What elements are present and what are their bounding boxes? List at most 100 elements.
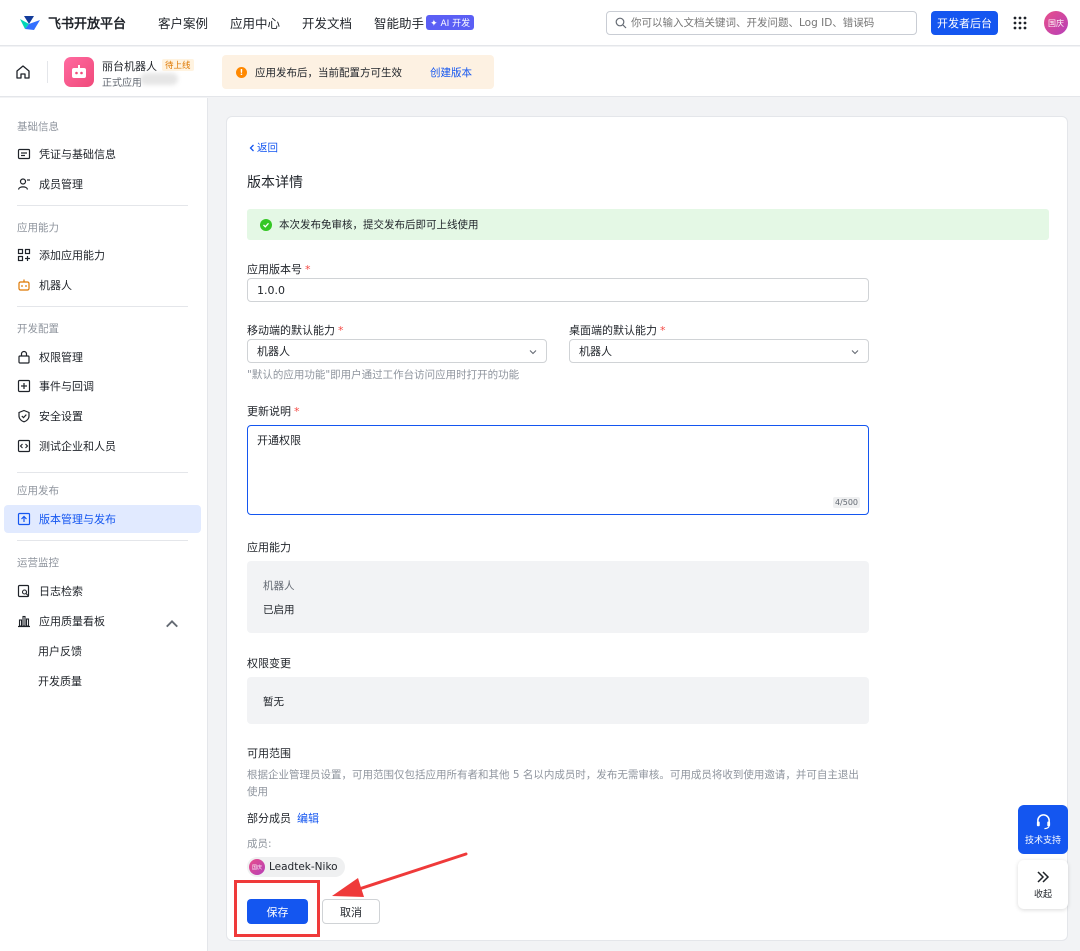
mobile-default-select[interactable]: 机器人 — [247, 339, 547, 363]
search-box[interactable] — [606, 11, 917, 35]
collapse-label: 收起 — [1033, 889, 1052, 900]
robot-icon — [72, 65, 86, 78]
user-icon — [17, 178, 30, 190]
sidebar-item-credentials[interactable]: 凭证与基础信息 — [4, 140, 201, 168]
permission-box: 暂无 — [247, 677, 869, 724]
sidebar-item-bot[interactable]: 机器人 — [4, 271, 201, 299]
member-avatar: 国庆 — [249, 859, 265, 875]
nav-label: 开发文档 — [302, 16, 353, 31]
create-version-link[interactable]: 创建版本 — [430, 65, 472, 80]
members-label: 成员: — [247, 838, 272, 850]
divider — [47, 61, 48, 83]
sidebar-item-members[interactable]: 成员管理 — [4, 170, 201, 198]
select-value: 机器人 — [257, 345, 290, 358]
support-label: 技术支持 — [1024, 836, 1061, 846]
ability-status: 已启用 — [263, 604, 295, 616]
app-grid-icon[interactable] — [1012, 15, 1028, 31]
sidebar-item-label: 开发质量 — [38, 675, 82, 688]
desktop-default-select[interactable]: 机器人 — [569, 339, 869, 363]
sidebar-group-basic: 基础信息 — [17, 121, 59, 133]
permission-value: 暂无 — [263, 696, 284, 708]
chevron-down-icon — [529, 350, 537, 355]
divider — [17, 540, 188, 541]
ai-badge: ✦ AI 开发 — [426, 15, 475, 30]
bar-chart-icon — [18, 615, 30, 628]
chevron-down-icon — [851, 350, 859, 355]
user-avatar[interactable]: 国庆 — [1044, 11, 1068, 35]
app-status-badge: 待上线 — [162, 59, 194, 71]
label-text: 桌面端的默认能力 — [569, 324, 657, 337]
log-search-icon — [17, 584, 30, 598]
sidebar-item-security[interactable]: 安全设置 — [4, 402, 201, 430]
event-icon — [17, 379, 31, 393]
app-type: 正式应用 — [102, 78, 142, 89]
nav-ai-assistant[interactable]: 智能助手 ✦ AI 开发 — [374, 13, 475, 32]
sidebar-item-label: 测试企业和人员 — [39, 440, 116, 453]
code-icon — [17, 439, 31, 453]
logo-text: 飞书开放平台 — [48, 17, 127, 32]
back-link[interactable]: 返回 — [247, 140, 278, 155]
collapse-button[interactable]: 收起 — [1018, 860, 1068, 909]
char-counter: 4/500 — [832, 497, 860, 508]
sidebar-item-label: 成员管理 — [39, 178, 83, 191]
edit-scope-link[interactable]: 编辑 — [297, 812, 319, 825]
sidebar-group-ability: 应用能力 — [17, 222, 59, 234]
notes-textarea[interactable] — [248, 426, 868, 514]
mobile-default-label: 移动端的默认能力 * — [247, 322, 344, 338]
sidebar-item-log-search[interactable]: 日志检索 — [4, 577, 201, 605]
sidebar-item-version[interactable]: 版本管理与发布 — [4, 505, 201, 533]
desktop-default-label: 桌面端的默认能力 * — [569, 322, 666, 338]
app-icon — [64, 57, 94, 87]
sidebar-item-label: 用户反馈 — [38, 645, 82, 658]
sidebar-item-events[interactable]: 事件与回调 — [4, 372, 201, 400]
scope-mode: 部分成员 编辑 — [247, 810, 319, 826]
developer-console-button[interactable]: 开发者后台 — [931, 11, 998, 35]
sidebar-item-permissions[interactable]: 权限管理 — [4, 343, 201, 371]
chevron-up-icon — [166, 620, 178, 628]
sidebar-item-add-ability[interactable]: 添加应用能力 — [4, 241, 201, 269]
ability-box: 机器人 已启用 — [247, 561, 869, 633]
required-mark: * — [660, 324, 666, 337]
sidebar-item-dev-quality[interactable]: 开发质量 — [4, 667, 201, 695]
home-icon[interactable] — [15, 64, 31, 80]
sidebar-item-quality-board[interactable]: 应用质量看板 — [4, 607, 201, 635]
robot-icon — [18, 279, 30, 291]
ability-name: 机器人 — [263, 580, 295, 592]
tech-support-button[interactable]: 技术支持 — [1018, 805, 1068, 854]
sidebar-item-label: 版本管理与发布 — [39, 513, 116, 526]
top-nav: 客户案例 应用中心 开发文档 智能助手 ✦ AI 开发 — [158, 13, 496, 32]
divider — [17, 205, 188, 206]
notice-text: 应用发布后，当前配置方可生效 — [255, 66, 402, 79]
cancel-button[interactable]: 取消 — [322, 899, 380, 924]
sidebar-item-label: 权限管理 — [39, 351, 83, 364]
version-detail-card: 返回 版本详情 本次发布免审核，提交发布后即可上线使用 应用版本号* 移动端的默… — [226, 116, 1068, 941]
version-label: 应用版本号 * — [247, 261, 311, 277]
sidebar-item-feedback[interactable]: 用户反馈 — [4, 637, 201, 665]
sidebar-item-label: 应用质量看板 — [39, 615, 105, 628]
sidebar-item-test-enterprise[interactable]: 测试企业和人员 — [4, 432, 201, 460]
nav-label: 智能助手 — [374, 16, 425, 31]
nav-label: 应用中心 — [230, 16, 281, 31]
version-input[interactable] — [247, 278, 869, 302]
logo[interactable]: 飞书开放平台 — [18, 13, 158, 32]
scope-mode-text: 部分成员 — [247, 812, 291, 825]
back-label: 返回 — [257, 142, 278, 154]
nav-dev-docs[interactable]: 开发文档 — [302, 13, 352, 32]
sidebar-group-dev: 开发配置 — [17, 323, 59, 335]
app-name: 丽台机器人 — [102, 60, 157, 73]
permission-section-title: 权限变更 — [247, 657, 291, 670]
nav-app-center[interactable]: 应用中心 — [230, 13, 280, 32]
select-value: 机器人 — [579, 345, 612, 358]
top-header: 飞书开放平台 客户案例 应用中心 开发文档 智能助手 ✦ AI 开发 开发者后台… — [0, 0, 1080, 46]
sidebar: 基础信息 凭证与基础信息 成员管理 应用能力 添加应用能力 机器人 开发配置 权… — [0, 98, 208, 951]
chevron-left-icon — [249, 144, 254, 151]
search-input[interactable] — [631, 17, 911, 29]
required-mark: * — [294, 405, 300, 418]
nav-customer-cases[interactable]: 客户案例 — [158, 13, 208, 32]
sidebar-item-label: 日志检索 — [39, 585, 83, 598]
required-mark: * — [305, 263, 311, 276]
id-card-icon — [17, 148, 31, 160]
annotation-highlight-box — [234, 880, 320, 937]
double-chevron-right-icon — [1037, 870, 1050, 883]
upload-icon — [17, 512, 31, 526]
